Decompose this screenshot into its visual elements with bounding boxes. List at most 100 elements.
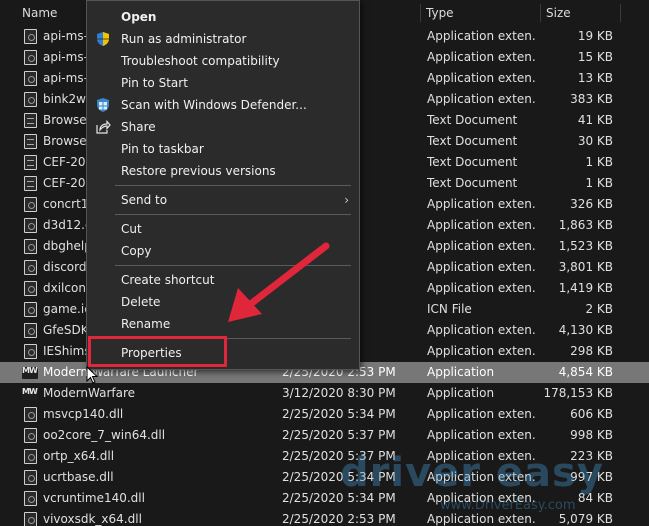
menu-item-label: Cut — [121, 222, 142, 236]
file-size: 4,130 KB — [558, 323, 613, 337]
menu-item-label: Send to — [121, 193, 168, 207]
file-row[interactable]: vcruntime140.dll 2/25/2020 5:34 PM Applica… — [0, 488, 649, 509]
menu-item-cut[interactable]: Cut — [87, 218, 359, 240]
menu-item-run-as-admin[interactable]: Run as administrator — [87, 28, 359, 50]
file-type: Application exten... — [427, 449, 535, 463]
file-type: Text Document — [427, 134, 518, 148]
file-type: ICN File — [427, 302, 472, 316]
defender-shield-icon — [97, 98, 109, 112]
menu-item-send-to[interactable]: Send to › — [87, 189, 359, 211]
file-type: Application exten... — [427, 512, 535, 526]
text-file-icon — [24, 134, 37, 149]
menu-item-create-shortcut[interactable]: Create shortcut — [87, 269, 359, 291]
file-date-modified: 2/25/2020 5:34 PM — [282, 491, 396, 505]
dll-file-icon — [24, 281, 37, 296]
dll-file-icon — [24, 407, 37, 422]
file-size: 30 KB — [577, 134, 613, 148]
menu-separator — [115, 338, 351, 339]
file-icon — [24, 302, 37, 317]
modern-warfare-app-icon — [22, 366, 38, 379]
file-name: ucrtbase.dll — [43, 470, 114, 484]
menu-item-copy[interactable]: Copy — [87, 240, 359, 262]
file-date-modified: 2/25/2020 5:34 PM — [282, 407, 396, 421]
file-size: 19 KB — [577, 29, 613, 43]
menu-item-label: Properties — [121, 346, 182, 360]
file-type: Application exten... — [427, 491, 535, 505]
menu-item-label: Scan with Windows Defender... — [121, 98, 307, 112]
file-date-modified: 2/25/2020 5:34 PM — [282, 470, 396, 484]
file-size: 5,079 KB — [558, 512, 613, 526]
file-size: 178,153 KB — [543, 386, 613, 400]
chevron-right-icon: › — [344, 193, 349, 207]
dll-file-icon — [24, 239, 37, 254]
file-type: Application exten... — [427, 218, 535, 232]
file-type: Application — [427, 386, 495, 400]
column-divider[interactable] — [620, 4, 621, 22]
file-row[interactable]: oo2core_7_win64.dll 2/25/2020 5:37 PM Appl… — [0, 425, 649, 446]
file-row[interactable]: msvcp140.dll 2/25/2020 5:34 PM Application… — [0, 404, 649, 425]
menu-item-pin-to-taskbar[interactable]: Pin to taskbar — [87, 138, 359, 160]
file-size: 2 KB — [585, 302, 613, 316]
dll-file-icon — [24, 491, 37, 506]
file-row[interactable]: vivoxsdk_x64.dll 2/25/2020 2:53 PM Applica… — [0, 509, 649, 526]
text-file-icon — [24, 176, 37, 191]
file-name: vcruntime140.dll — [43, 491, 145, 505]
text-file-icon — [24, 113, 37, 128]
menu-separator — [115, 265, 351, 266]
file-size: 41 KB — [577, 113, 613, 127]
file-type: Text Document — [427, 176, 518, 190]
file-type: Text Document — [427, 155, 518, 169]
file-size: 298 KB — [570, 344, 613, 358]
menu-item-share[interactable]: Share — [87, 116, 359, 138]
file-row[interactable]: ortp_x64.dll 2/25/2020 5:37 PM Application… — [0, 446, 649, 467]
dll-file-icon — [24, 512, 37, 526]
file-name: ortp_x64.dll — [43, 449, 115, 463]
file-size: 4,854 KB — [558, 365, 613, 379]
menu-item-delete[interactable]: Delete — [87, 291, 359, 313]
menu-item-pin-to-start[interactable]: Pin to Start — [87, 72, 359, 94]
dll-file-icon — [24, 50, 37, 65]
file-name: vivoxsdk_x64.dll — [43, 512, 142, 526]
file-row[interactable]: ucrtbase.dll 2/25/2020 5:34 PM Application… — [0, 467, 649, 488]
menu-item-scan-defender[interactable]: Scan with Windows Defender... — [87, 94, 359, 116]
dll-file-icon — [24, 323, 37, 338]
menu-item-label: Rename — [121, 317, 171, 331]
menu-item-troubleshoot[interactable]: Troubleshoot compatibility — [87, 50, 359, 72]
text-file-icon — [24, 155, 37, 170]
dll-file-icon — [24, 449, 37, 464]
dll-file-icon — [24, 260, 37, 275]
dll-file-icon — [24, 92, 37, 107]
file-date-modified: 2/25/2020 5:37 PM — [282, 428, 396, 442]
file-type: Application exten... — [427, 71, 535, 85]
file-size: 606 KB — [570, 407, 613, 421]
file-size: 997 KB — [570, 470, 613, 484]
file-size: 3,801 KB — [558, 260, 613, 274]
dll-file-icon — [24, 197, 37, 212]
file-type: Application exten... — [427, 281, 535, 295]
menu-item-label: Create shortcut — [121, 273, 215, 287]
menu-separator — [115, 214, 351, 215]
file-type: Application exten... — [427, 344, 535, 358]
file-size: 998 KB — [570, 428, 613, 442]
menu-item-label: Troubleshoot compatibility — [121, 54, 280, 68]
file-size: 1,523 KB — [558, 239, 613, 253]
file-row[interactable]: ModernWarfare 3/12/2020 8:30 PM Applicatio… — [0, 383, 649, 404]
file-size: 13 KB — [577, 71, 613, 85]
file-type: Text Document — [427, 113, 518, 127]
file-type: Application exten... — [427, 239, 535, 253]
file-size: 326 KB — [570, 197, 613, 211]
menu-item-label: Pin to taskbar — [121, 142, 204, 156]
menu-item-rename[interactable]: Rename — [87, 313, 359, 335]
menu-item-label: Copy — [121, 244, 152, 258]
menu-item-restore-previous[interactable]: Restore previous versions — [87, 160, 359, 182]
menu-item-open[interactable]: Open — [87, 6, 359, 28]
menu-item-properties[interactable]: Properties — [87, 342, 359, 364]
dll-file-icon — [24, 344, 37, 359]
menu-item-label: Run as administrator — [121, 32, 247, 46]
column-header-type[interactable]: Type — [420, 0, 540, 26]
file-type: Application exten... — [427, 428, 535, 442]
column-header-size[interactable]: Size — [540, 0, 620, 26]
menu-item-label: Pin to Start — [121, 76, 188, 90]
file-size: 84 KB — [577, 491, 613, 505]
file-size: 383 KB — [570, 92, 613, 106]
